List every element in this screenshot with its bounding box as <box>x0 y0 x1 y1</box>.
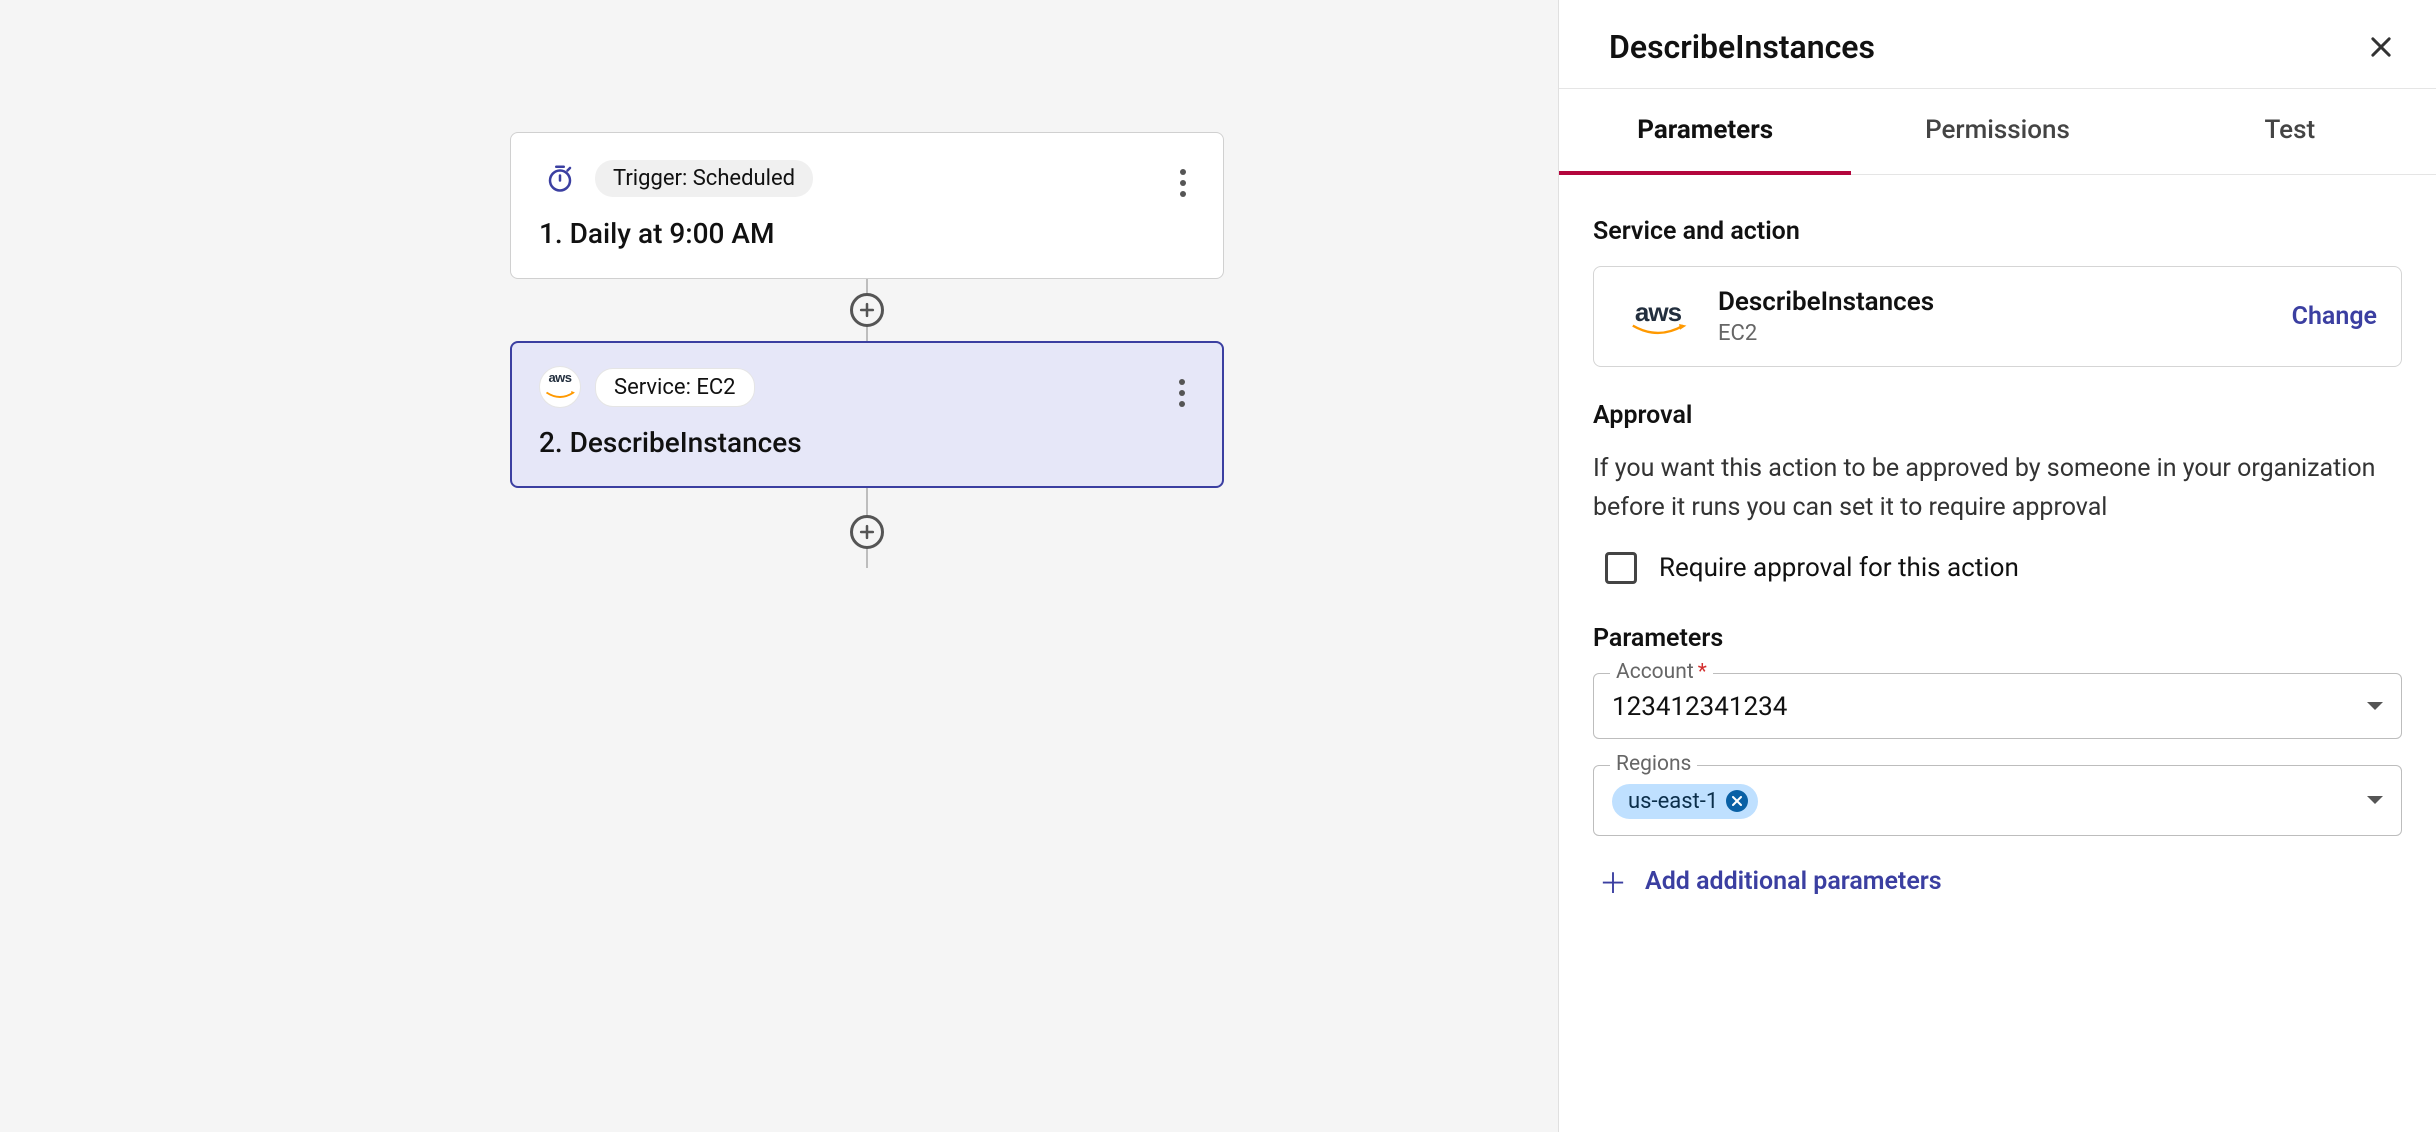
tab-parameters[interactable]: Parameters <box>1559 89 1851 175</box>
node-menu-button[interactable] <box>1166 373 1198 413</box>
tab-bar: Parameters Permissions Test <box>1559 89 2436 175</box>
require-approval-checkbox[interactable] <box>1605 552 1637 584</box>
node-title: 1. Daily at 9:00 AM <box>539 217 1195 250</box>
add-parameters-link[interactable]: ＋ Add additional parameters <box>1593 862 2402 902</box>
aws-logo-icon: aws <box>1618 297 1698 337</box>
dropdown-caret-icon <box>2367 702 2383 710</box>
require-approval-label: Require approval for this action <box>1659 553 2019 583</box>
change-service-link[interactable]: Change <box>2292 302 2377 331</box>
node-pill: Service: EC2 <box>595 368 755 407</box>
detail-panel: DescribeInstances Parameters Permissions… <box>1558 0 2436 1132</box>
add-step-button[interactable] <box>850 293 884 327</box>
account-select[interactable]: Account* 123412341234 <box>1593 673 2402 739</box>
tab-permissions[interactable]: Permissions <box>1851 89 2143 174</box>
approval-help-text: If you want this action to be approved b… <box>1593 450 2402 528</box>
add-parameters-label: Add additional parameters <box>1645 867 1942 896</box>
connector <box>866 279 868 341</box>
service-sub: EC2 <box>1718 321 1934 346</box>
add-step-button[interactable] <box>850 515 884 549</box>
node-pill: Trigger: Scheduled <box>595 160 813 197</box>
timer-icon <box>539 157 581 199</box>
close-button[interactable] <box>2364 30 2398 64</box>
section-title-parameters: Parameters <box>1593 624 2402 653</box>
account-label: Account* <box>1610 660 1713 684</box>
connector <box>866 488 868 568</box>
service-action-card: aws DescribeInstances EC2 Change <box>1593 266 2402 367</box>
dropdown-caret-icon <box>2367 796 2383 804</box>
plus-icon: ＋ <box>1599 862 1627 902</box>
service-name: DescribeInstances <box>1718 287 1934 317</box>
workflow-node-trigger[interactable]: Trigger: Scheduled 1. Daily at 9:00 AM <box>510 132 1224 279</box>
remove-chip-button[interactable] <box>1726 790 1748 812</box>
region-chip: us-east-1 <box>1612 784 1758 819</box>
account-value: 123412341234 <box>1612 692 2383 722</box>
regions-select[interactable]: Regions us-east-1 <box>1593 765 2402 836</box>
section-title-service: Service and action <box>1593 217 2402 246</box>
node-menu-button[interactable] <box>1167 163 1199 203</box>
tab-test[interactable]: Test <box>2144 89 2436 174</box>
panel-title: DescribeInstances <box>1609 28 1875 66</box>
aws-icon: aws <box>539 366 581 408</box>
workflow-node-action[interactable]: aws Service: EC2 2. DescribeInstances <box>510 341 1224 488</box>
workflow-canvas[interactable]: Trigger: Scheduled 1. Daily at 9:00 AM <box>0 0 1565 1132</box>
regions-label: Regions <box>1610 752 1697 776</box>
region-chip-label: us-east-1 <box>1628 789 1718 814</box>
node-title: 2. DescribeInstances <box>539 426 1195 459</box>
section-title-approval: Approval <box>1593 401 2402 430</box>
